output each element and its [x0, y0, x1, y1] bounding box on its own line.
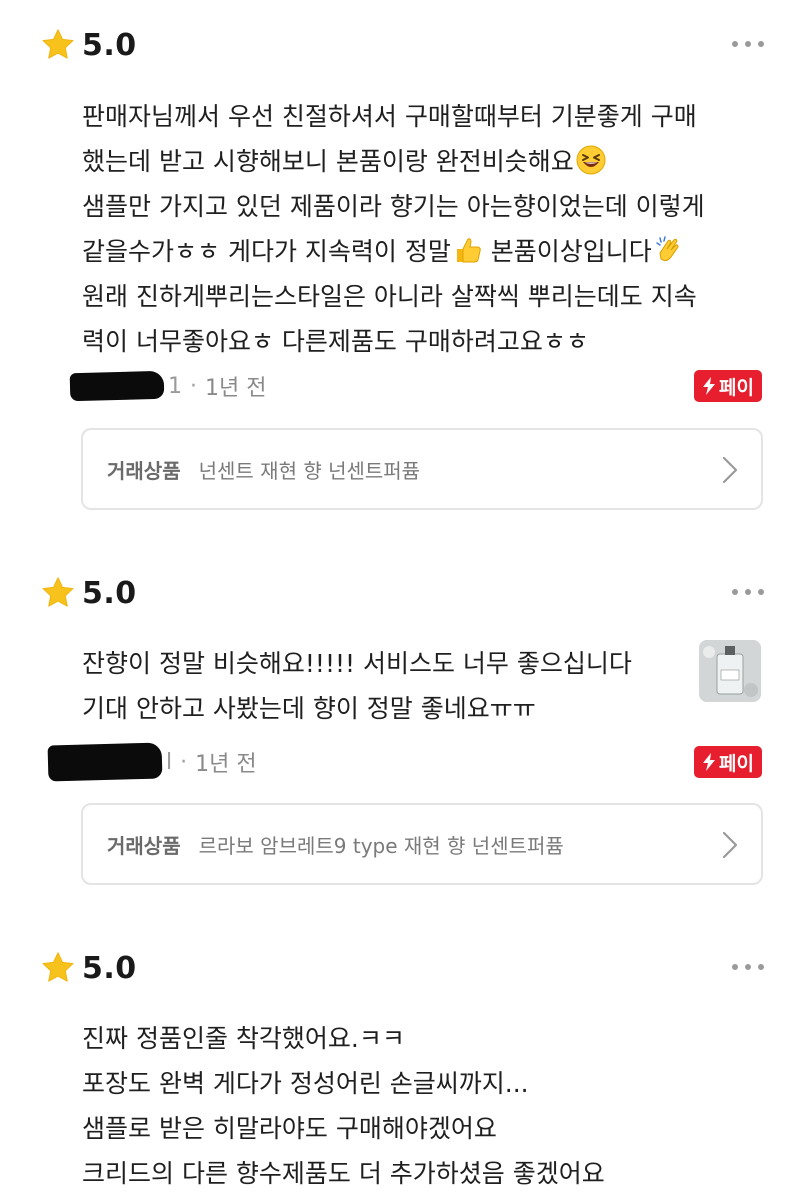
review-line: 원래 진하게뿌리는스타일은 아니라 살짝씩 뿌리는데도 지속: [82, 282, 697, 311]
product-card[interactable]: 거래상품 르라보 암브레트9 type 재현 향 넌센트퍼퓸: [81, 803, 763, 885]
review-line: 판매자님께서 우선 친절하셔서 구매할때부터 기분좋게 구매: [82, 102, 697, 131]
review-time: 1년 전: [205, 376, 267, 401]
username-suffix: l: [166, 749, 173, 775]
star-icon: [40, 575, 76, 611]
review-line: 잔향이 정말 비슷해요!!!!! 서비스도 너무 좋으십니다: [82, 649, 632, 678]
review-text: 잔향이 정말 비슷해요!!!!! 서비스도 너무 좋으십니다 기대 안하고 사봤…: [82, 641, 632, 731]
product-name: 넌센트 재현 향 넌센트퍼퓸: [198, 458, 421, 483]
review-photo-thumbnail[interactable]: [699, 640, 761, 702]
review-line: 진짜 정품인줄 착각했어요.ㅋㅋ: [82, 1024, 405, 1053]
redacted-username: [47, 742, 163, 782]
username-suffix: 1: [168, 373, 182, 399]
rating: 5.0: [40, 25, 137, 65]
review-meta: 1 · 1년 전: [69, 366, 267, 406]
review-line: 포장도 완벽 게다가 정성어린 손글씨까지...: [82, 1069, 529, 1098]
review-text: 판매자님께서 우선 친절하셔서 구매할때부터 기분좋게 구매 했는데 받고 시향…: [82, 94, 705, 364]
more-options-icon[interactable]: [732, 582, 764, 602]
lightning-icon: [702, 753, 716, 771]
pay-badge: 페이: [694, 370, 762, 402]
redacted-username: [69, 370, 165, 402]
pay-badge: 페이: [694, 746, 762, 778]
review-text: 진짜 정품인줄 착각했어요.ㅋㅋ 포장도 완벽 게다가 정성어린 손글씨까지..…: [82, 1016, 605, 1196]
clapping-hands-icon: [656, 236, 679, 262]
more-options-icon[interactable]: [732, 34, 764, 54]
product-card[interactable]: 거래상품 넌센트 재현 향 넌센트퍼퓸: [81, 428, 763, 510]
star-icon: [40, 950, 76, 986]
review-line: 샘플로 받은 히말라야도 구매해야겠어요: [82, 1114, 497, 1143]
more-options-icon[interactable]: [732, 957, 764, 977]
chevron-right-icon: [721, 831, 739, 859]
review-line-tail: 본품이상입니다: [490, 237, 652, 266]
rating: 5.0: [40, 948, 137, 988]
thumbs-up-icon: [456, 238, 481, 263]
review-line: 같을수가ㅎㅎ 게다가 지속력이 정말 본품이상입니다: [82, 229, 705, 274]
separator-dot: ·: [180, 749, 188, 775]
separator-dot: ·: [190, 373, 197, 399]
pay-badge-label: 페이: [719, 752, 754, 775]
product-label: 거래상품: [107, 458, 181, 483]
pay-badge-label: 페이: [719, 376, 754, 399]
review-line: 했는데 받고 시향해보니 본품이랑 완전비슷해요: [82, 139, 705, 184]
chevron-right-icon: [721, 456, 739, 484]
lightning-icon: [702, 377, 716, 395]
review-line: 샘플만 가지고 있던 제품이라 향기는 아는향이었는데 이렇게: [82, 192, 705, 221]
review-time: 1년 전: [195, 752, 257, 777]
review-line: 력이 너무좋아요ㅎ 다른제품도 구매하려고요ㅎㅎ: [82, 327, 589, 356]
rating-score: 5.0: [82, 27, 137, 63]
product-label: 거래상품: [107, 833, 181, 858]
review-line: 크리드의 다른 향수제품도 더 추가하셨음 좋겠어요: [82, 1159, 605, 1188]
rating-score: 5.0: [82, 575, 137, 611]
review-meta: l · 1년 전: [47, 742, 257, 782]
rating-score: 5.0: [82, 950, 137, 986]
grinning-squinting-face-icon: [576, 145, 606, 175]
product-name: 르라보 암브레트9 type 재현 향 넌센트퍼퓸: [198, 833, 564, 858]
review-line: 기대 안하고 사봤는데 향이 정말 좋네요ㅠㅠ: [82, 694, 536, 723]
rating: 5.0: [40, 573, 137, 613]
perfume-bottle-photo: [699, 640, 761, 702]
star-icon: [40, 27, 76, 63]
